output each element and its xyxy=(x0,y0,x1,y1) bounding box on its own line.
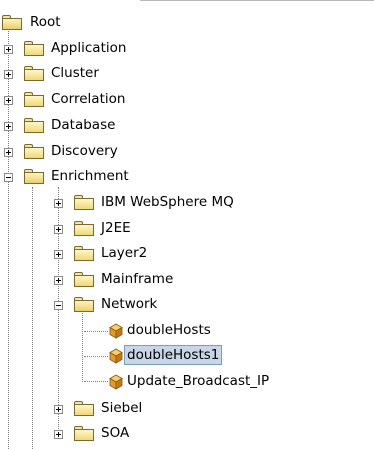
tree-node-label: Application xyxy=(51,40,127,56)
tree-node-database[interactable]: Database xyxy=(0,115,160,137)
folder-icon xyxy=(74,195,94,210)
folder-icon xyxy=(24,144,44,159)
tree-node-discovery[interactable]: Discovery xyxy=(0,141,160,163)
tree-node-root[interactable]: Root xyxy=(0,12,120,34)
folder-icon xyxy=(24,118,44,133)
folder-icon xyxy=(24,66,44,81)
tree-node-label: Layer2 xyxy=(101,245,148,261)
tree-node-label: Database xyxy=(51,117,116,133)
plus-icon[interactable] xyxy=(54,430,63,439)
plus-icon[interactable] xyxy=(54,250,63,259)
folder-icon xyxy=(74,426,94,441)
folder-icon xyxy=(74,221,94,236)
open-folder-icon xyxy=(74,297,94,312)
plus-icon[interactable] xyxy=(4,96,13,105)
tree-node-label: Siebel xyxy=(101,400,143,416)
tree-node-label: J2EE xyxy=(101,220,131,236)
tree-node-label: SOA xyxy=(101,425,130,441)
tree-node-label: Enrichment xyxy=(51,168,129,184)
tree-node-application[interactable]: Application xyxy=(0,38,160,60)
tree-node-enrichment[interactable]: Enrichment xyxy=(0,166,160,188)
tree-node-doublehosts[interactable]: doubleHosts xyxy=(0,320,260,342)
tree-node-network[interactable]: Network xyxy=(0,294,200,316)
cube-icon xyxy=(109,348,123,364)
folder-icon xyxy=(24,41,44,56)
folder-icon xyxy=(74,401,94,416)
folder-icon xyxy=(74,272,94,287)
tree-node-label: Network xyxy=(101,296,158,312)
minus-icon[interactable] xyxy=(4,173,13,182)
folder-icon xyxy=(24,92,44,107)
tree-node-label: Discovery xyxy=(51,143,118,159)
tree-node-update-broadcast-ip[interactable]: Update_Broadcast_IP xyxy=(0,371,340,393)
plus-icon[interactable] xyxy=(54,199,63,208)
cube-icon xyxy=(109,374,123,390)
tree-node-label: Mainframe xyxy=(101,271,174,287)
tree-node-label: doubleHosts xyxy=(127,322,211,338)
minus-icon[interactable] xyxy=(54,301,63,310)
tree-node-cluster[interactable]: Cluster xyxy=(0,63,160,85)
plus-icon[interactable] xyxy=(54,276,63,285)
plus-icon[interactable] xyxy=(4,70,13,79)
plus-icon[interactable] xyxy=(4,122,13,131)
plus-icon[interactable] xyxy=(54,405,63,414)
tree-node-correlation[interactable]: Correlation xyxy=(0,89,160,111)
tree-node-label: IBM WebSphere MQ xyxy=(101,194,234,210)
plus-icon[interactable] xyxy=(54,225,63,234)
tree-node-layer2[interactable]: Layer2 xyxy=(0,243,200,265)
tree-node-label-selected: doubleHosts1 xyxy=(124,345,223,365)
tree-node-siebel[interactable]: Siebel xyxy=(0,398,200,420)
tree-node-label: Cluster xyxy=(51,65,99,81)
tree-node-label: Root xyxy=(30,14,61,30)
plus-icon[interactable] xyxy=(4,148,13,157)
plus-icon[interactable] xyxy=(4,45,13,54)
tree-node-doublehosts1[interactable]: doubleHosts1 xyxy=(0,345,260,367)
tree-node-label: Update_Broadcast_IP xyxy=(127,373,270,389)
open-folder-icon xyxy=(24,169,44,184)
tree-node-soa[interactable]: SOA xyxy=(0,423,200,445)
tree-view[interactable]: Root Application Cluster Correlation Dat… xyxy=(0,0,374,449)
tree-node-ibm-websphere-mq[interactable]: IBM WebSphere MQ xyxy=(0,192,260,214)
tree-node-j2ee[interactable]: J2EE xyxy=(0,218,200,240)
tree-node-label: Correlation xyxy=(51,91,126,107)
tree-node-mainframe[interactable]: Mainframe xyxy=(0,269,200,291)
folder-icon xyxy=(74,246,94,261)
cube-icon xyxy=(109,323,123,339)
open-folder-icon xyxy=(2,15,22,30)
